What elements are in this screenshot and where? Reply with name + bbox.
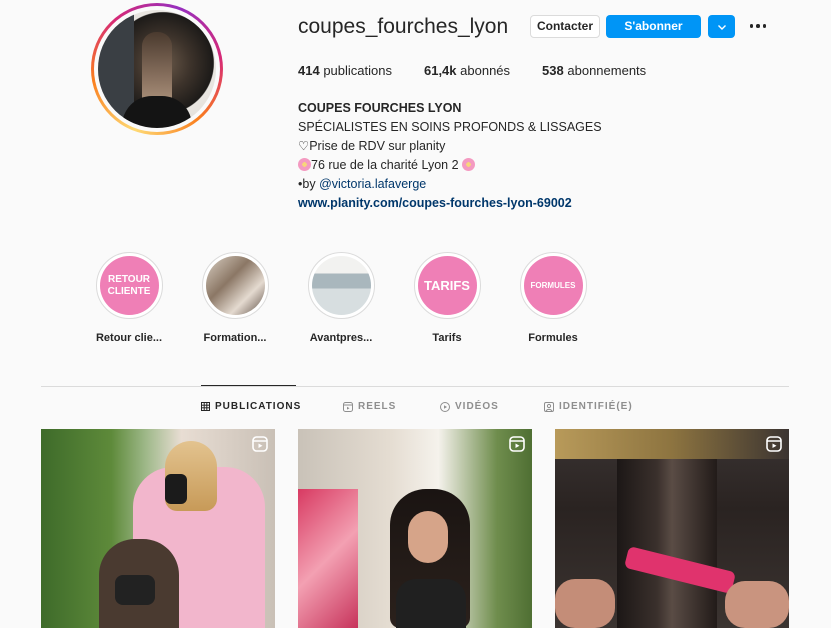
- post-thumbnail[interactable]: [298, 429, 532, 628]
- tabs-divider: [41, 386, 789, 387]
- active-tab-indicator: [201, 385, 296, 386]
- bio-line: ♡Prise de RDV sur planity: [298, 139, 446, 153]
- contact-button[interactable]: Contacter: [530, 15, 600, 38]
- reel-icon: [509, 436, 525, 452]
- highlight-cover-photo: [311, 256, 371, 315]
- reel-icon: [252, 436, 268, 452]
- highlight-formules[interactable]: FORMULES Formules: [500, 252, 606, 344]
- highlight-ring: [307, 252, 375, 319]
- post-thumbnail[interactable]: [41, 429, 275, 628]
- highlight-cover: RETOUR CLIENTE: [99, 256, 159, 315]
- highlight-avantpres[interactable]: Avantpres...: [288, 252, 394, 344]
- highlight-label: Retour clie...: [95, 332, 163, 344]
- followers-label: abonnés: [460, 63, 511, 78]
- tagged-icon: [544, 401, 554, 412]
- bio-mention-link[interactable]: @victoria.lafaverge: [319, 177, 426, 191]
- avatar-inner: [94, 6, 220, 132]
- follow-button[interactable]: S'abonner: [606, 15, 701, 38]
- tab-label: PUBLICATIONS: [215, 401, 302, 412]
- more-dot-icon: [756, 24, 760, 28]
- highlight-formation[interactable]: Formation...: [182, 252, 288, 344]
- highlight-label: Avantpres...: [309, 332, 373, 344]
- story-highlights: RETOUR CLIENTE Retour clie... Formation.…: [76, 252, 606, 344]
- profile-username: coupes_fourches_lyon: [298, 15, 509, 38]
- following-count: 538: [542, 63, 564, 78]
- grid-icon: [201, 402, 210, 411]
- reel-icon: [766, 436, 782, 452]
- video-icon: [440, 401, 450, 412]
- avatar-photo: [98, 10, 216, 128]
- suggested-accounts-button[interactable]: [708, 15, 735, 38]
- followers-count: 61,4k: [423, 63, 457, 78]
- bio-address-line: 76 rue de la charité Lyon 2: [298, 156, 602, 175]
- chevron-down-icon: [717, 24, 726, 30]
- bio-line: SPÉCIALISTES EN SOINS PROFONDS & LISSAGE…: [298, 120, 602, 134]
- highlight-label: Formules: [528, 332, 578, 344]
- post-thumbnail[interactable]: [555, 429, 789, 628]
- highlight-ring: FORMULES: [519, 252, 587, 319]
- profile-avatar[interactable]: [91, 3, 223, 135]
- more-dot-icon: [749, 24, 754, 28]
- highlight-cover: FORMULES: [523, 256, 583, 315]
- cherry-blossom-icon: [462, 158, 476, 171]
- following-stat[interactable]: 538 abonnements: [542, 63, 646, 78]
- more-options-button[interactable]: [747, 16, 769, 36]
- highlight-label: Tarifs: [432, 332, 462, 344]
- highlight-cover-photo: [205, 256, 265, 315]
- tab-tagged[interactable]: IDENTIFIÉ(E): [544, 401, 633, 412]
- highlight-retour-cliente[interactable]: RETOUR CLIENTE Retour clie...: [76, 252, 182, 344]
- highlight-label: Formation...: [203, 332, 267, 344]
- highlight-cover: TARIFS: [417, 256, 477, 315]
- tab-publications[interactable]: PUBLICATIONS: [201, 401, 301, 412]
- reels-icon: [343, 401, 353, 412]
- following-label: abonnements: [567, 63, 647, 78]
- posts-count: 414: [298, 63, 320, 78]
- bio-website-link[interactable]: www.planity.com/coupes-fourches-lyon-690…: [298, 194, 602, 213]
- more-dot-icon: [762, 24, 767, 28]
- bio-credit-line: •by @victoria.lafaverge: [298, 175, 602, 194]
- bio-address: 76 rue de la charité Lyon 2: [311, 158, 459, 172]
- highlight-ring: RETOUR CLIENTE: [95, 252, 163, 319]
- profile-stats: 414 publications 61,4k abonnés 538 abonn…: [298, 63, 678, 78]
- bio-credit-prefix: •by: [298, 177, 316, 191]
- tab-reels[interactable]: REELS: [343, 401, 396, 412]
- profile-bio: COUPES FOURCHES LYON SPÉCIALISTES EN SOI…: [298, 99, 602, 213]
- tab-videos[interactable]: VIDÉOS: [440, 401, 499, 412]
- bio-name: COUPES FOURCHES LYON: [298, 101, 462, 115]
- cherry-blossom-icon: [298, 158, 311, 171]
- tab-label: VIDÉOS: [455, 401, 499, 412]
- highlight-tarifs[interactable]: TARIFS Tarifs: [394, 252, 500, 344]
- posts-stat: 414 publications: [298, 63, 392, 78]
- posts-label: publications: [323, 63, 392, 78]
- followers-stat[interactable]: 61,4k abonnés: [424, 63, 510, 78]
- tab-label: REELS: [358, 401, 397, 412]
- highlight-ring: TARIFS: [413, 252, 481, 319]
- highlight-ring: [201, 252, 269, 319]
- tab-label: IDENTIFIÉ(E): [559, 401, 633, 412]
